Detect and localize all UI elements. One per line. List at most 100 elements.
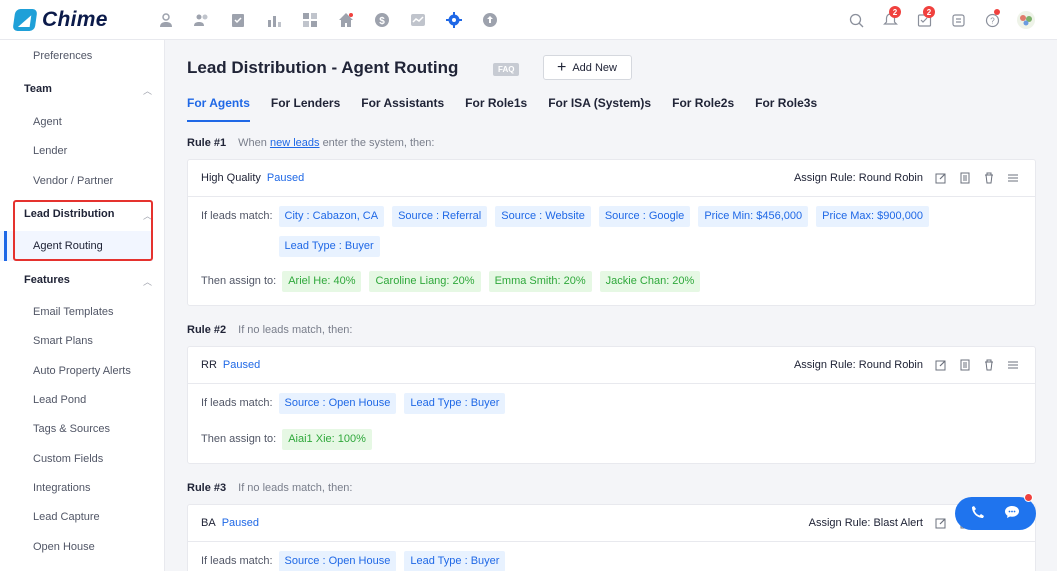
sidebar-item-lead-pond[interactable]: Lead Pond	[33, 394, 86, 406]
tasks-badge: 2	[923, 6, 935, 18]
match-row: If leads match: Source : Open House Lead…	[201, 551, 999, 571]
chevron-up-icon[interactable]: ︿	[143, 84, 152, 97]
faq-badge[interactable]: FAQ	[493, 63, 520, 76]
tab-for-role3s[interactable]: For Role3s	[755, 96, 817, 122]
notifications-bell-icon[interactable]: 2	[873, 0, 907, 40]
if-leads-match-label: If leads match:	[201, 555, 273, 567]
new-leads-link[interactable]: new leads	[270, 137, 320, 149]
sidebar-group-features[interactable]: Features	[24, 274, 70, 286]
sidebar-item-agent[interactable]: Agent	[33, 116, 62, 128]
match-row: If leads match: Source : Open House Lead…	[201, 393, 999, 423]
main-content: Lead Distribution - Agent Routing FAQ + A…	[166, 40, 1057, 571]
sidebar-item-integrations[interactable]: Integrations	[33, 482, 90, 494]
help-icon[interactable]: ?	[975, 0, 1009, 40]
add-new-button[interactable]: + Add New	[543, 55, 632, 80]
match-chip: Source : Open House	[278, 393, 397, 414]
upload-icon[interactable]	[472, 0, 508, 40]
sidebar-item-auto-property-alerts[interactable]: Auto Property Alerts	[33, 365, 131, 377]
listings-icon[interactable]	[328, 0, 364, 40]
tab-for-agents[interactable]: For Agents	[187, 96, 250, 122]
sidebar-item-tags-sources[interactable]: Tags & Sources	[33, 423, 110, 435]
tab-for-role1s[interactable]: For Role1s	[465, 96, 527, 122]
sidebar-item-vendor-partner[interactable]: Vendor / Partner	[33, 175, 113, 187]
page-title: Lead Distribution - Agent Routing	[187, 58, 459, 77]
rule-status: Paused	[222, 359, 261, 371]
task-inbox-icon[interactable]: 2	[907, 0, 941, 40]
tab-for-lenders[interactable]: For Lenders	[271, 96, 340, 122]
assign-row: Then assign to: Aiai1 Xie: 100%	[201, 429, 1002, 459]
match-chip: Source : Google	[598, 206, 691, 227]
search-icon[interactable]	[839, 0, 873, 40]
svg-text:?: ?	[990, 16, 995, 25]
sidebar-item-smart-plans[interactable]: Smart Plans	[33, 335, 93, 347]
sidebar-item-lead-capture[interactable]: Lead Capture	[33, 511, 100, 523]
sidebar-item-lender[interactable]: Lender	[33, 145, 67, 157]
match-row: If leads match: City : Cabazon, CA Sourc…	[201, 206, 999, 266]
sidebar-item-custom-fields[interactable]: Custom Fields	[33, 453, 103, 465]
tab-for-role2s[interactable]: For Role2s	[672, 96, 734, 122]
rule-name: BA	[201, 517, 216, 529]
dashboard-icon[interactable]	[292, 0, 328, 40]
rule-condition: If no leads match, then:	[238, 324, 353, 336]
match-chip: Lead Type : Buyer	[278, 236, 380, 257]
sidebar-item-open-house[interactable]: Open House	[33, 541, 95, 553]
rule-status: Paused	[266, 172, 305, 184]
assignee-chip: Jackie Chan: 20%	[599, 271, 701, 292]
rule-card-header: BA Paused Assign Rule: Blast Alert	[188, 505, 1035, 542]
edit-icon[interactable]	[929, 515, 953, 531]
billing-icon[interactable]: $	[364, 0, 400, 40]
rule-2-header: Rule #2 If no leads match, then:	[187, 324, 353, 336]
assignee-chip: Caroline Liang: 20%	[369, 271, 481, 292]
rule-card-header: High Quality Paused Assign Rule: Round R…	[188, 160, 1035, 197]
drag-handle-icon[interactable]	[1001, 357, 1025, 373]
user-avatar[interactable]	[1009, 0, 1043, 40]
assign-rule-label: Assign Rule: Round Robin	[793, 172, 923, 184]
sidebar-item-email-templates[interactable]: Email Templates	[33, 306, 114, 318]
reports-icon[interactable]	[400, 0, 436, 40]
rule-card-header: RR Paused Assign Rule: Round Robin	[188, 347, 1035, 384]
rule-condition: When new leads enter the system, then:	[238, 137, 435, 149]
contacts-icon[interactable]	[148, 0, 184, 40]
messages-icon[interactable]	[941, 0, 975, 40]
rule-1-header: Rule #1 When new leads enter the system, …	[187, 137, 434, 149]
tasks-icon[interactable]	[220, 0, 256, 40]
svg-text:$: $	[379, 16, 385, 27]
rule-2-card: RR Paused Assign Rule: Round Robin If le…	[187, 346, 1036, 464]
rule-status: Paused	[221, 517, 259, 529]
then-assign-to-label: Then assign to:	[201, 275, 277, 287]
assignee-chip: Emma Smith: 20%	[488, 271, 592, 292]
rule-number: Rule #1	[187, 137, 227, 149]
phone-icon[interactable]	[971, 505, 985, 522]
settings-sidebar: Preferences Team ︿ Agent Lender Vendor /…	[0, 40, 165, 571]
chat-icon[interactable]	[1004, 505, 1020, 522]
floating-contact-widget	[955, 497, 1036, 530]
delete-icon[interactable]	[977, 357, 1001, 373]
drag-handle-icon[interactable]	[1001, 170, 1025, 186]
tab-for-isa-systems[interactable]: For ISA (System)s	[548, 96, 651, 122]
copy-icon[interactable]	[953, 170, 977, 186]
settings-icon[interactable]	[436, 0, 472, 40]
add-new-label: Add New	[572, 61, 617, 74]
match-chip: Source : Referral	[392, 206, 488, 227]
tab-for-assistants[interactable]: For Assistants	[361, 96, 444, 122]
sidebar-item-preferences[interactable]: Preferences	[33, 50, 92, 62]
plus-icon: +	[557, 58, 567, 76]
delete-icon[interactable]	[977, 170, 1001, 186]
notifications-badge: 2	[889, 6, 901, 18]
match-chip: Price Max: $900,000	[816, 206, 930, 227]
rule-1-card: High Quality Paused Assign Rule: Round R…	[187, 159, 1036, 306]
match-chip: City : Cabazon, CA	[278, 206, 385, 227]
copy-icon[interactable]	[953, 357, 977, 373]
brand-logo[interactable]: ◢ Chime	[0, 8, 148, 32]
chevron-up-icon[interactable]: ︿	[143, 275, 152, 288]
analytics-icon[interactable]	[256, 0, 292, 40]
brand-name: Chime	[42, 7, 108, 31]
rule-name: High Quality	[201, 172, 261, 184]
sidebar-group-team[interactable]: Team	[24, 83, 52, 95]
assignee-chip: Ariel He: 40%	[282, 271, 362, 292]
team-icon[interactable]	[184, 0, 220, 40]
if-leads-match-label: If leads match:	[201, 210, 273, 222]
edit-icon[interactable]	[929, 357, 953, 373]
main-nav: $	[148, 0, 508, 40]
edit-icon[interactable]	[929, 170, 953, 186]
